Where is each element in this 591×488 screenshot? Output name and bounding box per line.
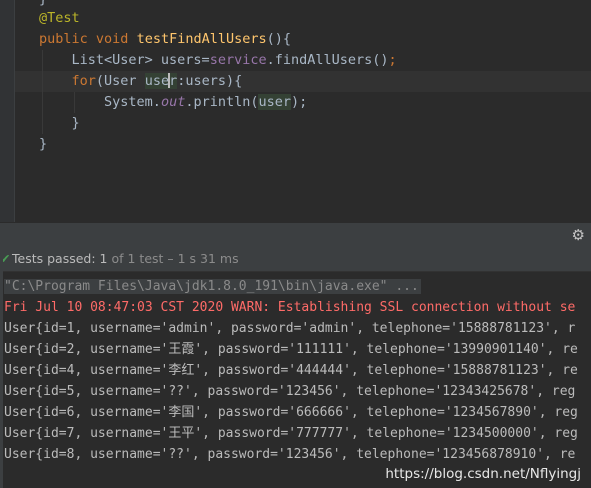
console-command-line: "C:\Program Files\Java\jdk1.8.0_191\bin\…: [4, 279, 421, 294]
code-line: }: [39, 136, 48, 152]
method-name: testFindAllUsers: [136, 31, 267, 47]
console-row: User{id=1, username='admin', password='a…: [4, 321, 576, 336]
console-row: User{id=2, username='王霞', password='1111…: [4, 342, 578, 357]
annotation: @Test: [39, 10, 80, 26]
code-line: @Test: [39, 8, 80, 29]
watermark: https://blog.csdn.net/Nflyingj: [385, 466, 581, 482]
console-left-gutter: [0, 247, 3, 488]
editor-gutter: [0, 0, 14, 222]
console-row: User{id=6, username='李国', password='6666…: [4, 405, 578, 420]
gear-icon[interactable]: ⚙: [572, 226, 585, 244]
code-editor[interactable]: } @Test public void testFindAllUsers(){ …: [0, 0, 591, 222]
console-output[interactable]: "C:\Program Files\Java\jdk1.8.0_191\bin\…: [0, 272, 591, 488]
gutter-divider: [14, 0, 15, 222]
console-row: User{id=4, username='李红', password='4444…: [4, 363, 578, 378]
test-status-bar: ✔ Tests passed: 1 of 1 test – 1 s 31 ms: [0, 247, 591, 272]
console-warning: Fri Jul 10 08:47:03 CST 2020 WARN: Estab…: [4, 300, 576, 315]
console-row: User{id=8, username='??', password='1234…: [4, 447, 576, 462]
test-status-text: Tests passed: 1 of 1 test – 1 s 31 ms: [12, 251, 239, 266]
code-line: public void testFindAllUsers(){: [39, 31, 292, 47]
code-content[interactable]: } @Test public void testFindAllUsers(){ …: [39, 0, 397, 160]
code-line: List<User> users=service.findAllUsers();: [71, 52, 397, 68]
code-line: System.out.println(user);: [104, 94, 308, 110]
code-line: }: [71, 115, 80, 131]
console-row: User{id=5, username='??', password='1234…: [4, 384, 576, 399]
run-panel-toolbar: ⚙: [0, 222, 591, 247]
code-line: for(User user:users){: [71, 73, 243, 89]
console-row: User{id=7, username='王平', password='7777…: [4, 426, 578, 441]
